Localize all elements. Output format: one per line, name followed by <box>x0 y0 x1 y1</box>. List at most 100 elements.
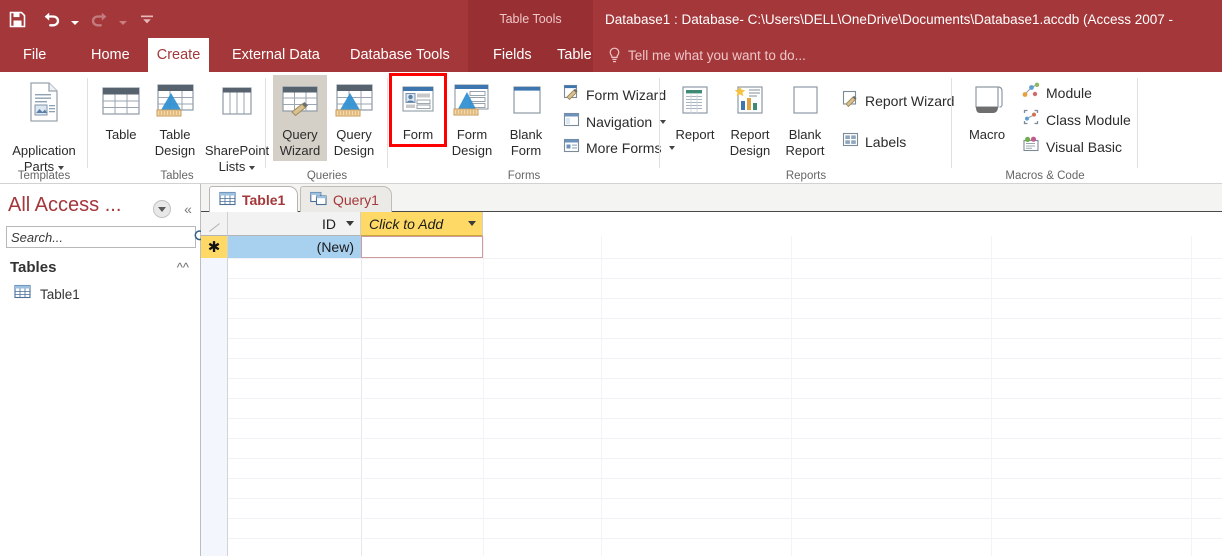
more-forms-icon <box>563 138 580 158</box>
document-tab-bar: Table1 Query1 <box>201 184 1222 212</box>
redo-dropdown-icon[interactable] <box>116 4 130 34</box>
chevron-down-icon <box>58 166 64 170</box>
document-tab-table1[interactable]: Table1 <box>209 186 298 212</box>
query-wizard-icon <box>278 79 322 125</box>
report-wizard-button[interactable]: Report Wizard <box>838 87 960 115</box>
form-label: Form <box>403 127 433 143</box>
chevron-down-icon[interactable] <box>468 221 476 226</box>
navigation-label: Navigation <box>586 114 652 130</box>
report-design-icon <box>729 79 771 125</box>
group-label-queries: Queries <box>266 170 388 182</box>
record-selector-column <box>201 236 228 556</box>
navigation-group-tables[interactable]: Tables ^^ <box>0 254 201 280</box>
navigation-item-label: Table1 <box>40 287 80 302</box>
class-module-icon <box>1022 109 1040 130</box>
group-label-reports: Reports <box>660 170 952 182</box>
grid-column-line <box>361 236 362 556</box>
table-button[interactable]: Table <box>94 75 148 145</box>
column-header-id[interactable]: ID <box>228 212 361 236</box>
grid-row-line <box>228 378 1222 379</box>
contextual-tools-text: Table Tools <box>499 12 561 26</box>
navigation-search[interactable] <box>6 226 196 248</box>
report-design-button[interactable]: Report Design <box>722 75 778 161</box>
cell-click-to-add[interactable] <box>361 236 483 258</box>
save-icon[interactable] <box>0 4 34 34</box>
grid-column-line <box>991 236 992 556</box>
tell-me-search[interactable]: Tell me what you want to do... <box>608 38 806 72</box>
class-module-label: Class Module <box>1046 112 1131 128</box>
datasheet-header-row: ID Click to Add <box>201 212 1222 236</box>
group-separator <box>1137 78 1138 168</box>
grid-column-line <box>1191 236 1192 556</box>
grid-row-line <box>228 258 1222 259</box>
ribbon-group-reports: Report Report Design <box>660 72 952 184</box>
class-module-button[interactable]: Class Module <box>1018 106 1137 133</box>
undo-dropdown-icon[interactable] <box>68 4 82 34</box>
lightbulb-icon <box>608 47 621 63</box>
tab-fields[interactable]: Fields <box>480 38 545 72</box>
blank-form-label: Blank Form <box>510 127 543 159</box>
tab-file[interactable]: File <box>10 38 59 72</box>
title-bar: Table Tools Database1 : Database- C:\Use… <box>0 0 1222 38</box>
ribbon-group-queries: Query Wizard Query Design <box>266 72 388 184</box>
double-chevron-left-icon[interactable]: « <box>180 200 196 218</box>
macro-icon <box>967 79 1007 125</box>
blank-form-button[interactable]: Blank Form <box>499 75 553 161</box>
column-header-label: Click to Add <box>369 216 443 232</box>
tab-database-tools[interactable]: Database Tools <box>337 38 463 72</box>
navigation-pane-header: All Access ... « <box>0 190 201 224</box>
tab-external-data[interactable]: External Data <box>219 38 333 72</box>
new-record-asterisk-icon[interactable]: ✱ <box>201 236 228 258</box>
module-button[interactable]: Module <box>1018 79 1137 106</box>
document-tab-label: Query1 <box>333 192 379 208</box>
undo-icon[interactable] <box>34 4 68 34</box>
document-tab-query1[interactable]: Query1 <box>300 186 392 212</box>
report-design-label: Report Design <box>730 127 770 159</box>
cell-id[interactable]: (New) <box>228 236 361 258</box>
quick-access-toolbar <box>0 0 164 38</box>
tab-create[interactable]: Create <box>148 38 209 72</box>
ribbon: Application Parts Templates <box>0 72 1222 184</box>
grid-row-line <box>228 478 1222 479</box>
form-icon <box>397 79 439 125</box>
macro-button[interactable]: Macro <box>960 75 1014 145</box>
chevron-down-icon[interactable] <box>153 200 171 218</box>
table-object-icon <box>14 284 31 304</box>
grid-row-line <box>228 438 1222 439</box>
labels-button[interactable]: Labels <box>838 129 960 155</box>
report-label: Report <box>675 127 714 143</box>
tab-table[interactable]: Table <box>544 38 605 72</box>
grid-row-line <box>228 318 1222 319</box>
column-header-click-to-add[interactable]: Click to Add <box>361 212 483 236</box>
query-design-icon <box>330 79 378 125</box>
report-icon <box>675 79 715 125</box>
double-chevron-up-icon[interactable]: ^^ <box>177 260 189 275</box>
sharepoint-lists-button[interactable]: SharePoint Lists <box>202 75 272 177</box>
navigation-item-table1[interactable]: Table1 <box>0 282 201 306</box>
document-title-text: Database1 : Database- C:\Users\DELL\OneD… <box>605 12 1173 27</box>
module-label: Module <box>1046 85 1092 101</box>
chevron-down-icon[interactable] <box>346 221 354 226</box>
query-design-button[interactable]: Query Design <box>327 75 381 161</box>
query-wizard-button[interactable]: Query Wizard <box>273 75 327 161</box>
application-parts-button[interactable]: Application Parts <box>3 75 85 177</box>
table-design-button[interactable]: Table Design <box>148 75 202 161</box>
chevron-down-icon <box>249 166 255 170</box>
customize-quick-access-toolbar-icon[interactable] <box>130 4 164 34</box>
grid-column-line <box>601 236 602 556</box>
redo-icon[interactable] <box>82 4 116 34</box>
form-button[interactable]: Form <box>391 75 445 145</box>
visual-basic-button[interactable]: Visual Basic <box>1018 133 1137 160</box>
report-button[interactable]: Report <box>668 75 722 145</box>
group-label-tables: Tables <box>88 170 266 182</box>
ribbon-group-tables: Table Table Design <box>88 72 266 184</box>
blank-report-button[interactable]: Blank Report <box>778 75 832 161</box>
grid-row-line <box>228 278 1222 279</box>
table-design-icon <box>151 79 199 125</box>
select-all-corner[interactable] <box>201 212 228 236</box>
search-input[interactable] <box>7 227 193 247</box>
grid-row-line <box>228 498 1222 499</box>
table-row[interactable]: ✱ (New) <box>201 236 1222 258</box>
tab-home[interactable]: Home <box>78 38 143 72</box>
form-design-button[interactable]: Form Design <box>445 75 499 161</box>
